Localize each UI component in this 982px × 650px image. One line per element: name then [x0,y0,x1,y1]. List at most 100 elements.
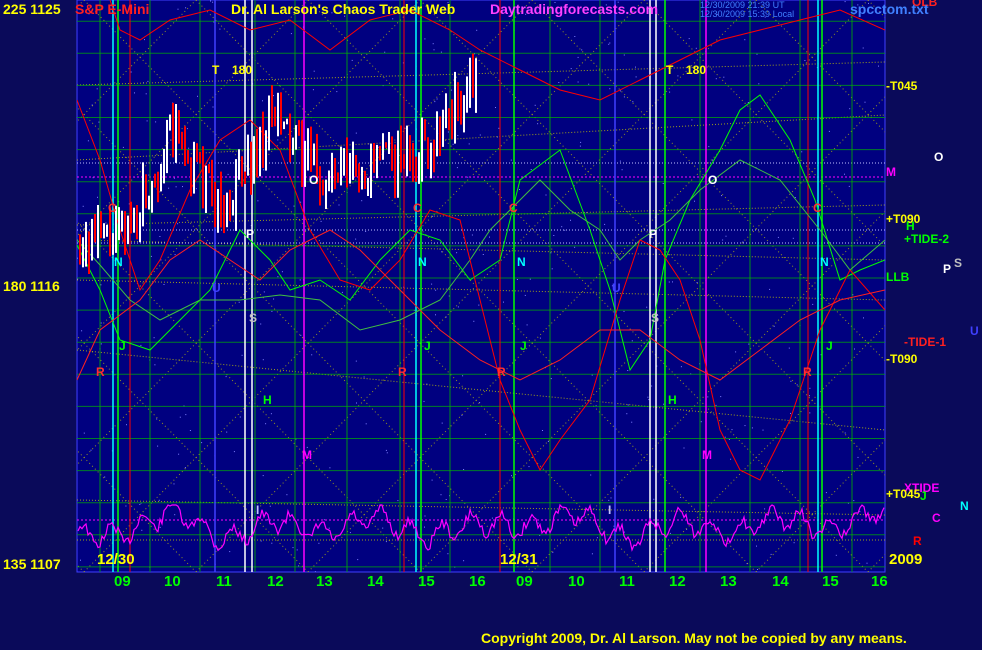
star-dot [357,559,359,561]
plot-marker-20: R [96,365,105,379]
plot-marker-25: H [668,393,677,407]
star-dot [188,147,190,149]
star-dot [677,75,679,77]
star-dot [356,402,357,404]
star-dot [456,539,458,541]
star-dot [385,541,387,543]
plot-marker-11: N [820,255,829,269]
star-dot [668,281,670,283]
scale-left-label: 225 1125 [3,1,61,17]
star-dot [431,479,433,481]
plot-marker-27: M [702,448,712,462]
star-dot [715,404,717,406]
x-tick-12: 12 [267,573,284,590]
star-dot [735,351,737,353]
star-dot [489,236,490,238]
star-dot [462,375,464,377]
star-dot [263,291,265,293]
star-dot [155,121,157,123]
star-dot [626,413,628,415]
right-label-5: LLB [886,270,910,284]
star-dot [130,71,132,73]
star-dot [695,47,697,49]
plot-marker-8: N [114,255,123,269]
star-dot [100,343,102,345]
star-dot [683,447,685,449]
star-dot [271,542,273,544]
star-dot [147,80,149,82]
star-dot [809,395,810,397]
star-dot [178,453,180,455]
star-dot [260,323,262,325]
star-dot [853,500,855,502]
plot-marker-3: 180 [686,63,706,77]
star-dot [631,340,633,342]
star-dot [273,95,274,97]
star-dot [694,200,695,202]
star-dot [724,436,726,438]
star-dot [96,88,98,90]
star-dot [844,173,845,175]
star-dot [731,429,733,431]
plot-marker-0: T [212,63,220,77]
star-dot [781,471,783,472]
star-dot [177,223,179,225]
x-tick-12: 12 [669,573,686,590]
star-dot [298,565,300,567]
right-label-4: +TIDE-2 [904,232,949,246]
star-dot [134,92,135,94]
star-dot [290,33,292,35]
plot-marker-15: S [651,311,659,325]
star-dot [82,205,84,207]
star-dot [519,189,520,190]
star-dot [707,396,709,398]
star-dot [286,494,288,496]
star-dot [104,476,106,478]
star-dot [197,95,198,97]
symbol-label: S&P E-Mini [75,1,150,17]
star-dot [691,119,693,121]
star-dot [227,173,229,175]
star-dot [269,505,271,507]
star-dot [159,526,161,528]
star-dot [854,348,855,350]
star-dot [751,427,753,429]
chart-root: T 180 T 180 C C C C N N N N P P S S J J J J R R R R H H M M O O U U I I 0… [0,0,982,650]
star-dot [300,334,302,336]
right-label-9: +T045 [886,487,921,501]
star-dot [835,554,837,556]
star-dot [467,176,469,178]
star-dot [219,28,221,30]
star-dot [159,236,161,237]
star-dot [238,301,240,303]
x-tick-11: 11 [619,573,635,590]
star-dot [226,431,228,433]
star-dot [863,317,864,319]
star-dot [552,551,554,553]
star-dot [144,39,145,41]
star-dot [635,76,637,78]
y-axis-label-1116: 180 1116 [3,278,60,294]
star-dot [457,135,459,136]
star-dot [848,185,850,187]
plot-marker-22: R [497,365,506,379]
date-label-dec30: 12/30 [97,551,135,568]
star-dot [100,284,102,286]
star-dot [516,279,518,280]
star-dot [320,220,322,222]
star-dot [663,403,665,405]
star-dot [349,532,351,534]
star-dot [866,562,868,564]
star-dot [588,83,590,85]
star-dot [201,442,203,444]
plot-marker-32: I [256,503,259,517]
star-dot [210,0,211,2]
file-label: spcctom.txt [850,1,929,17]
star-dot [90,449,92,451]
star-dot [225,376,227,378]
right-label-12: S [954,256,962,270]
right-label-1: -T045 [886,79,918,93]
star-dot [796,384,798,386]
plot-marker-2: T [666,63,674,77]
star-dot [793,542,795,544]
